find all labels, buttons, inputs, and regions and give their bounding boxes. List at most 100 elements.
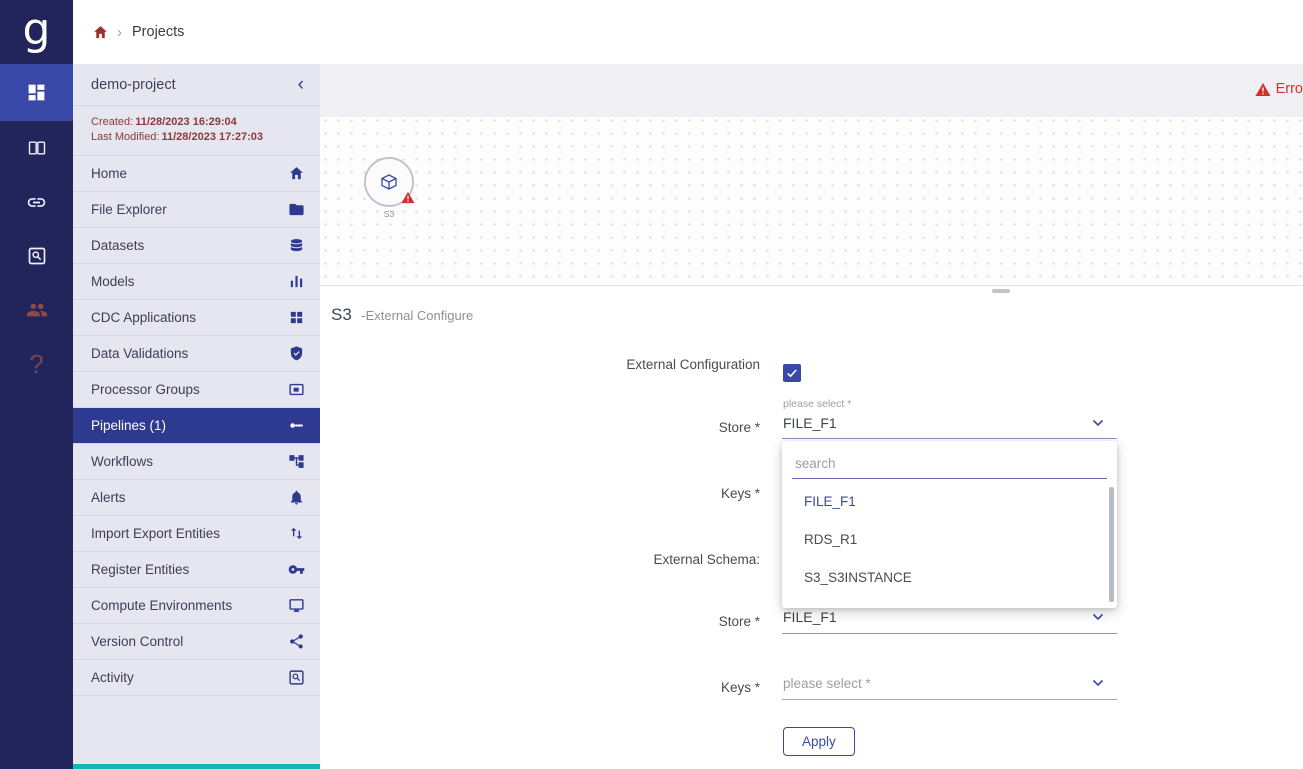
sidebar-item-models[interactable]: Models [73, 264, 320, 300]
sidebar-item-label: Import Export Entities [91, 526, 220, 541]
top-bar: › Projects [73, 0, 1303, 64]
dropdown-option-file-f1[interactable]: FILE_F1 [782, 483, 1117, 521]
sidebar-item-workflows[interactable]: Workflows [73, 444, 320, 480]
main-area: Erro S3 S3 -External Configure External … [320, 64, 1303, 769]
sidebar-item-version-control[interactable]: Version Control [73, 624, 320, 660]
keys2-underline [782, 699, 1117, 700]
apply-button[interactable]: Apply [783, 727, 855, 756]
store-select-dropdown: FILE_F1 RDS_R1 S3_S3INSTANCE [782, 441, 1117, 608]
workflow-icon [288, 453, 305, 470]
store1-label: Store * [440, 420, 760, 435]
pipeline-icon [288, 417, 305, 434]
store2-value[interactable]: FILE_F1 [783, 609, 837, 625]
grid-icon [288, 309, 305, 326]
breadcrumb-separator: › [117, 24, 122, 41]
sidebar-item-label: Workflows [91, 454, 153, 469]
sidebar-item-register-entities[interactable]: Register Entities [73, 552, 320, 588]
sidebar-item-label: File Explorer [91, 202, 167, 217]
sidebar-item-cdc-applications[interactable]: CDC Applications [73, 300, 320, 336]
dropdown-option-s3-s3instance[interactable]: S3_S3INSTANCE [782, 559, 1117, 597]
store1-underline [782, 438, 1117, 439]
sidebar-item-datasets[interactable]: Datasets [73, 228, 320, 264]
dashboard-icon [26, 82, 47, 103]
errors-button[interactable]: Erro [1255, 81, 1303, 97]
key-icon [288, 561, 305, 578]
home-icon [288, 165, 305, 182]
sidebar-item-label: Activity [91, 670, 134, 685]
s3-node[interactable] [364, 157, 414, 207]
sidebar-item-processor-groups[interactable]: Processor Groups [73, 372, 320, 408]
configure-panel: S3 -External Configure External Configur… [320, 285, 1303, 769]
node-label: S3 [364, 209, 414, 219]
store1-value[interactable]: FILE_F1 [783, 415, 837, 431]
share-icon [288, 633, 305, 650]
project-meta: Created:11/28/2023 16:29:04 Last Modifie… [73, 106, 320, 156]
link-icon [26, 192, 47, 213]
sidebar-item-data-validations[interactable]: Data Validations [73, 336, 320, 372]
bell-icon [288, 489, 305, 506]
box-in-box-icon [288, 381, 305, 398]
keys1-label: Keys * [440, 486, 760, 501]
sidebar-item-label: Register Entities [91, 562, 189, 577]
sidebar-collapse-icon[interactable]: ‹ [298, 75, 304, 94]
dropdown-search [792, 449, 1107, 479]
people-icon [26, 299, 48, 321]
modified-line: Last Modified:11/28/2023 17:27:03 [91, 130, 302, 145]
sidebar-item-compute-environments[interactable]: Compute Environments [73, 588, 320, 624]
sidebar-item-activity[interactable]: Activity [73, 660, 320, 696]
rail-item-connections[interactable] [0, 175, 73, 229]
sidebar-item-label: Home [91, 166, 127, 181]
errors-label: Erro [1276, 81, 1303, 97]
dropdown-option-rds-r1[interactable]: RDS_R1 [782, 521, 1117, 559]
shield-check-icon [288, 345, 305, 362]
panel-title: S3 -External Configure [331, 305, 473, 325]
bar-chart-icon [288, 273, 305, 290]
check-icon [785, 366, 799, 380]
dropdown-scrollbar[interactable] [1109, 487, 1114, 602]
store1-chevron-down-icon[interactable] [1092, 419, 1104, 427]
pipeline-canvas[interactable]: S3 [320, 117, 1303, 285]
activity-search-icon [288, 669, 305, 686]
cube-icon [379, 173, 399, 192]
book-icon [27, 138, 47, 158]
sidebar-item-label: Datasets [91, 238, 144, 253]
search-box-icon [27, 246, 47, 266]
project-header: demo-project ‹ [73, 64, 320, 106]
breadcrumb-home-icon[interactable] [92, 24, 109, 41]
app-rail: g ? [0, 0, 73, 769]
rail-item-users[interactable] [0, 283, 73, 337]
rail-item-search[interactable] [0, 229, 73, 283]
sidebar-item-label: Processor Groups [91, 382, 200, 397]
rail-item-help[interactable]: ? [0, 337, 73, 391]
external-configuration-checkbox[interactable] [783, 364, 801, 382]
panel-drag-handle[interactable] [992, 289, 1010, 293]
sidebar-item-label: CDC Applications [91, 310, 196, 325]
sidebar-item-label: Version Control [91, 634, 183, 649]
store2-chevron-down-icon[interactable] [1092, 613, 1104, 621]
dropdown-search-input[interactable] [792, 449, 1107, 479]
sidebar-item-alerts[interactable]: Alerts [73, 480, 320, 516]
breadcrumb-current[interactable]: Projects [132, 24, 184, 40]
node-warning-badge [401, 191, 415, 209]
rail-item-dashboard[interactable] [0, 64, 73, 121]
rail-item-library[interactable] [0, 121, 73, 175]
sidebar-item-file-explorer[interactable]: File Explorer [73, 192, 320, 228]
sidebar-item-label: Alerts [91, 490, 126, 505]
sidebar-footer-bar [73, 764, 320, 769]
sidebar-item-import-export-entities[interactable]: Import Export Entities [73, 516, 320, 552]
monitor-icon [288, 597, 305, 614]
panel-subtitle: -External Configure [361, 308, 473, 323]
store1-caption: please select * [783, 398, 851, 410]
app-logo[interactable]: g [0, 0, 73, 64]
keys2-chevron-down-icon[interactable] [1092, 679, 1104, 687]
store2-underline [782, 633, 1117, 634]
sidebar-item-home[interactable]: Home [73, 156, 320, 192]
keys2-placeholder[interactable]: please select * [783, 676, 871, 691]
canvas-toolbar: Erro [320, 64, 1303, 117]
sidebar-item-label: Models [91, 274, 135, 289]
import-export-icon [288, 525, 305, 542]
sidebar-item-label: Data Validations [91, 346, 188, 361]
created-line: Created:11/28/2023 16:29:04 [91, 115, 302, 130]
panel-title-node: S3 [331, 305, 352, 324]
sidebar-item-pipelines[interactable]: Pipelines (1) [73, 408, 320, 444]
